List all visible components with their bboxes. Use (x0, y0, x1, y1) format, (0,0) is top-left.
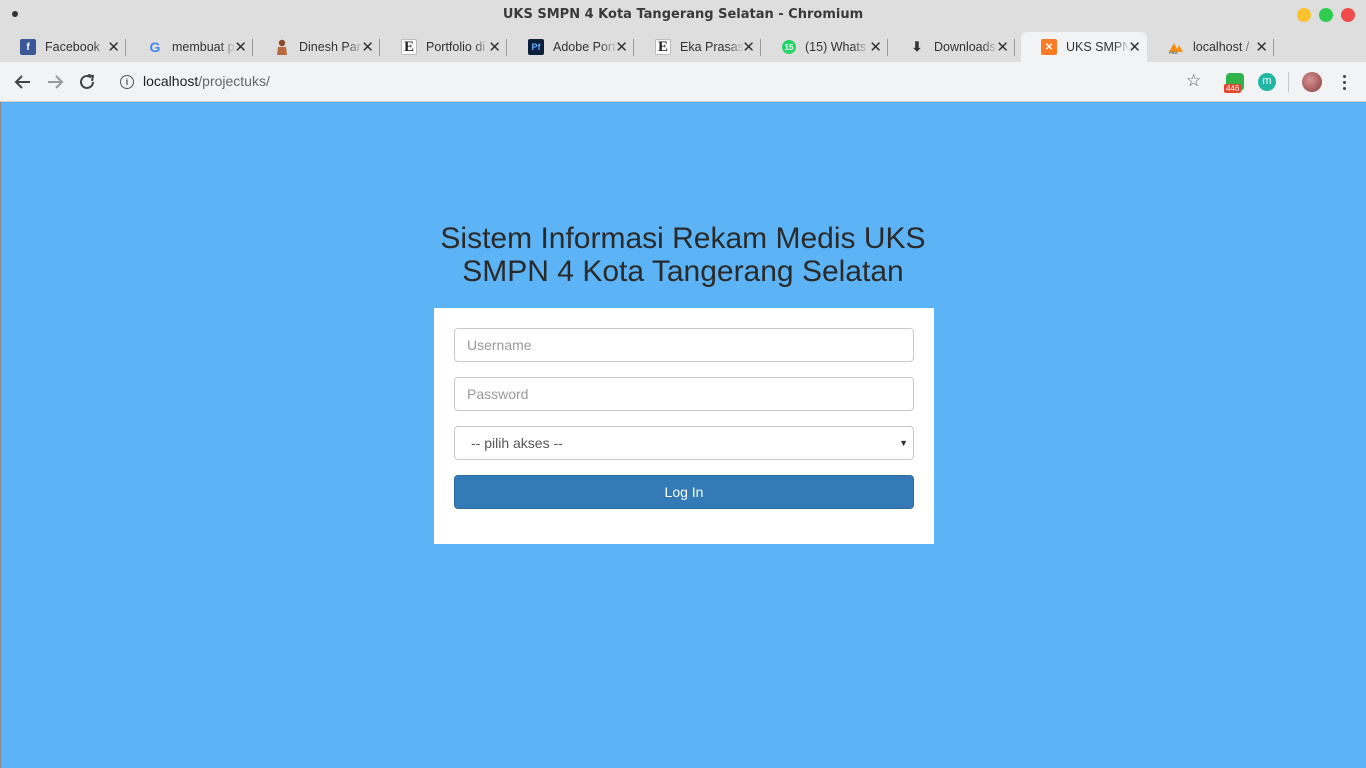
extension-icon[interactable]: 446 (1224, 73, 1244, 93)
tab-separator (887, 39, 888, 56)
dropdown-arrow-icon: ▼ (899, 438, 908, 448)
window-titlebar: UKS SMPN 4 Kota Tangerang Selatan - Chro… (0, 0, 1366, 32)
tab-separator (760, 39, 761, 56)
tab-separator (252, 39, 253, 56)
tab-separator (1273, 39, 1274, 56)
close-tab-icon[interactable]: ✕ (996, 39, 1009, 55)
tab-adobe-portfolio[interactable]: Pf Adobe Port ✕ (508, 32, 634, 62)
envato-e-icon: E (401, 39, 417, 55)
forward-arrow-icon (48, 75, 64, 89)
page-title-line1: Sistem Informasi Rekam Medis UKS (440, 222, 926, 255)
forward-button[interactable] (43, 70, 67, 94)
tab-phpmyadmin[interactable]: PMA localhost / ✕ (1148, 32, 1274, 62)
profile-avatar[interactable] (1302, 72, 1322, 92)
facebook-icon: f (20, 39, 36, 55)
tab-label: UKS SMPN (1066, 40, 1130, 54)
tab-separator (633, 39, 634, 56)
close-tab-icon[interactable]: ✕ (742, 39, 755, 55)
reload-button[interactable] (75, 70, 99, 94)
tab-label: Dinesh Par (299, 40, 361, 54)
close-tab-icon[interactable]: ✕ (869, 39, 882, 55)
tab-separator (125, 39, 126, 56)
close-tab-icon[interactable]: ✕ (615, 39, 628, 55)
back-arrow-icon (14, 75, 30, 89)
url-text: localhost/projectuks/ (143, 73, 270, 89)
page-title: Sistem Informasi Rekam Medis UKS SMPN 4 … (383, 222, 983, 288)
tab-label: localhost / (1193, 40, 1250, 54)
adobe-portfolio-icon: Pf (528, 39, 544, 55)
window-title: UKS SMPN 4 Kota Tangerang Selatan - Chro… (502, 7, 864, 22)
page-title-line2: SMPN 4 Kota Tangerang Selatan (462, 255, 904, 288)
tab-separator (1014, 39, 1015, 56)
tab-uks-smpn-active[interactable]: ✕ UKS SMPN ✕ (1021, 32, 1147, 62)
password-field[interactable]: Password (454, 377, 914, 411)
maximize-button[interactable] (1319, 8, 1333, 22)
tab-downloads[interactable]: ⬇ Downloads ✕ (889, 32, 1015, 62)
tab-label: Downloads (934, 40, 996, 54)
close-tab-icon[interactable]: ✕ (1128, 39, 1141, 55)
minimize-button[interactable] (1297, 8, 1311, 22)
access-select[interactable]: -- pilih akses -- ▼ (454, 426, 914, 460)
tab-eka-prasas[interactable]: E Eka Prasas ✕ (635, 32, 761, 62)
login-button[interactable]: Log In (454, 475, 914, 509)
google-icon: G (149, 39, 161, 55)
bookmark-star-icon[interactable]: ☆ (1186, 72, 1201, 90)
close-tab-icon[interactable]: ✕ (361, 39, 374, 55)
url-host: localhost (143, 73, 199, 89)
browser-toolbar: i localhost/projectuks/ ☆ 446 m (0, 62, 1366, 102)
phpmyadmin-icon: PMA (1168, 39, 1184, 55)
tab-label: Eka Prasas (680, 40, 744, 54)
person-icon (274, 39, 290, 55)
tab-facebook[interactable]: f Facebook ✕ (0, 32, 126, 62)
extension-m-icon[interactable]: m (1258, 73, 1276, 91)
tab-label: Adobe Port (553, 40, 616, 54)
username-field[interactable]: Username (454, 328, 914, 362)
toolbar-separator (1288, 72, 1289, 92)
xampp-icon: ✕ (1041, 39, 1057, 55)
svg-text:PMA: PMA (1169, 50, 1178, 54)
tab-whatsapp[interactable]: 15 (15) Whats ✕ (762, 32, 888, 62)
access-select-value: -- pilih akses -- (471, 435, 563, 451)
address-bar[interactable]: i localhost/projectuks/ (108, 67, 1213, 97)
tab-strip: f Facebook ✕ G membuat p ✕ Dinesh Par ✕ … (0, 32, 1366, 89)
close-tab-icon[interactable]: ✕ (107, 39, 120, 55)
tab-separator (379, 39, 380, 56)
page-left-border (0, 102, 1, 768)
url-path: /projectuks/ (198, 73, 270, 89)
whatsapp-icon: 15 (782, 40, 796, 54)
tab-portfolio[interactable]: E Portfolio di ✕ (381, 32, 507, 62)
login-form: Username Password -- pilih akses -- ▼ Lo… (434, 308, 934, 544)
tab-label: (15) Whats (805, 40, 867, 54)
reload-icon (80, 74, 95, 89)
close-tab-icon[interactable]: ✕ (234, 39, 247, 55)
tab-label: Facebook (45, 40, 100, 54)
download-icon: ⬇ (911, 39, 923, 54)
extension-badge: 446 (1224, 84, 1242, 93)
tab-label: Portfolio di (426, 40, 486, 54)
tab-label: membuat p (172, 40, 235, 54)
envato-e-icon: E (655, 39, 671, 55)
close-tab-icon[interactable]: ✕ (1255, 39, 1268, 55)
tab-google-search[interactable]: G membuat p ✕ (127, 32, 253, 62)
back-button[interactable] (11, 70, 35, 94)
browser-menu-icon[interactable] (1337, 71, 1351, 93)
tab-separator (506, 39, 507, 56)
close-window-button[interactable] (1341, 8, 1355, 22)
close-tab-icon[interactable]: ✕ (488, 39, 501, 55)
tab-dinesh[interactable]: Dinesh Par ✕ (254, 32, 380, 62)
site-info-icon[interactable]: i (120, 75, 134, 89)
